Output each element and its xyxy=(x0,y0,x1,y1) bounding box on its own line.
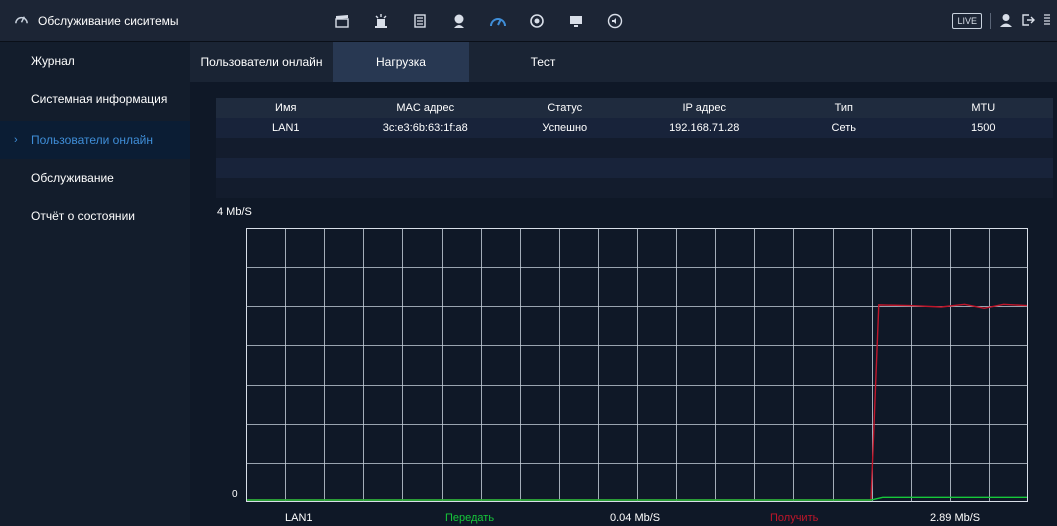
sidebar-item-status-report[interactable]: Отчёт о состоянии xyxy=(0,197,190,235)
sidebar: Журнал Системная информация › Пользовате… xyxy=(0,42,190,526)
sidebar-item-label: Пользователи онлайн xyxy=(31,133,153,147)
table-row[interactable]: LAN1 3c:e3:6b:63:1f:a8 Успешно 192.168.7… xyxy=(216,118,1053,138)
sidebar-item-label: Обслуживание xyxy=(31,171,114,185)
table-cell: Успешно xyxy=(542,122,588,134)
top-right-controls: LIVE xyxy=(952,0,1051,42)
sidebar-item-online-users[interactable]: › Пользователи онлайн xyxy=(0,121,190,159)
table-cell: 192.168.71.28 xyxy=(669,122,740,134)
column-header: MTU xyxy=(971,102,996,114)
chart-zero-label: 0 xyxy=(232,489,238,500)
table-cell: Сеть xyxy=(831,122,856,134)
user-icon[interactable] xyxy=(439,0,478,42)
column-header: Тип xyxy=(834,102,853,114)
sidebar-item-label: Журнал xyxy=(31,54,75,68)
table-row-empty xyxy=(216,158,1053,178)
monitor-icon[interactable] xyxy=(556,0,595,42)
sidebar-item-label: Системная информация xyxy=(31,92,168,106)
legend-receive-label: Получить xyxy=(770,512,819,524)
alarm-icon[interactable] xyxy=(361,0,400,42)
table-cell: 3c:e3:6b:63:1f:a8 xyxy=(382,122,468,134)
column-header: Имя xyxy=(275,102,297,114)
chart-max-label: 4 Mb/S xyxy=(217,206,252,218)
clapper-icon[interactable] xyxy=(322,0,361,42)
tab-online-users[interactable]: Пользователи онлайн xyxy=(190,42,333,82)
sidebar-item-log[interactable]: Журнал xyxy=(0,42,190,80)
network-table: Имя MAC адрес Статус IP адрес Тип MTU LA… xyxy=(216,98,1053,198)
legend-send-label: Передать xyxy=(445,512,495,524)
sidebar-item-maintenance[interactable]: Обслуживание xyxy=(0,159,190,197)
tab-bar: Пользователи онлайн Нагрузка Тест xyxy=(190,42,1057,82)
tab-load[interactable]: Нагрузка xyxy=(333,42,469,82)
divider xyxy=(990,13,991,29)
table-header: Имя MAC адрес Статус IP адрес Тип MTU xyxy=(216,98,1053,118)
column-header: MAC адрес xyxy=(396,102,455,114)
user-icon[interactable] xyxy=(999,13,1013,30)
column-header: Статус xyxy=(547,102,583,114)
table-row-empty xyxy=(216,178,1053,198)
gauge-icon[interactable] xyxy=(478,0,517,42)
legend-send-value: 0.04 Mb/S xyxy=(610,512,661,524)
network-icon[interactable] xyxy=(517,0,556,42)
table-cell: 1500 xyxy=(971,122,996,134)
bandwidth-chart xyxy=(246,228,1028,502)
column-header: IP адрес xyxy=(682,102,727,114)
audio-icon[interactable] xyxy=(595,0,634,42)
legend-interface: LAN1 xyxy=(285,512,313,524)
chart-legend: LAN1 Передать 0.04 Mb/S Получить 2.89 Mb… xyxy=(190,512,1057,526)
sidebar-item-system-info[interactable]: Системная информация xyxy=(0,80,190,118)
menu-grid-icon[interactable] xyxy=(1043,13,1051,30)
top-bar: Обслуживание сиситемы LIVE xyxy=(0,0,1057,42)
live-button[interactable]: LIVE xyxy=(952,13,982,29)
chevron-right-icon: › xyxy=(14,134,18,146)
page-title: Обслуживание сиситемы xyxy=(38,14,179,28)
gauge-icon xyxy=(14,12,29,30)
sidebar-item-label: Отчёт о состоянии xyxy=(31,209,135,223)
app-title: Обслуживание сиситемы xyxy=(14,0,179,42)
table-cell: LAN1 xyxy=(271,122,300,134)
main-panel: Пользователи онлайн Нагрузка Тест Имя MA… xyxy=(190,42,1057,526)
tab-test[interactable]: Тест xyxy=(469,42,617,82)
toolbar xyxy=(322,0,634,42)
storage-icon[interactable] xyxy=(400,0,439,42)
legend-receive-value: 2.89 Mb/S xyxy=(930,512,981,524)
table-row-empty xyxy=(216,138,1053,158)
logout-icon[interactable] xyxy=(1021,13,1035,30)
